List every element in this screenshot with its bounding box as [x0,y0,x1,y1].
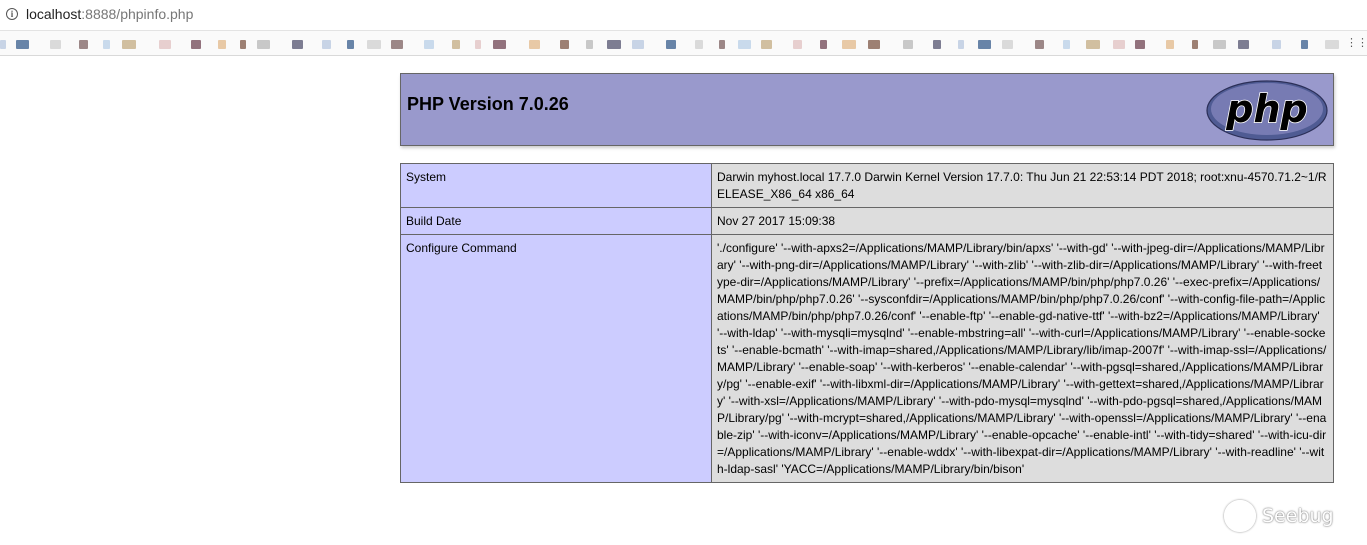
bookmark-favicon-icon[interactable] [560,40,569,49]
bookmark-favicon-icon[interactable] [868,40,880,49]
row-key: System [400,163,712,208]
page-title: PHP Version 7.0.26 [407,94,569,114]
bookmark-favicon-icon[interactable] [292,40,303,49]
bookmark-favicon-icon[interactable] [475,40,481,49]
bookmark-favicon-icon[interactable] [719,40,725,49]
bookmark-favicon-icon[interactable] [257,40,270,49]
bookmark-favicon-icon[interactable] [842,40,856,49]
bookmark-favicon-icon[interactable] [0,40,6,49]
bookmark-favicon-icon[interactable] [103,40,110,49]
bookmark-favicon-icon[interactable] [1325,40,1339,49]
bookmark-favicon-icon[interactable] [607,40,621,49]
bookmark-favicon-icon[interactable] [1238,40,1249,49]
url-host: localhost [26,6,82,22]
system-info-table: System Darwin myhost.local 17.7.0 Darwin … [400,163,1334,483]
bookmark-favicon-icon[interactable] [632,40,644,49]
seebug-logo-icon [1224,500,1256,532]
bookmark-favicon-icon[interactable] [1166,40,1174,49]
bookmark-favicon-icon[interactable] [322,40,331,49]
bookmark-favicon-icon[interactable] [933,40,941,49]
bookmark-favicon-icon[interactable] [978,40,991,49]
bookmarks-overflow-icon[interactable]: ⋮⋮ [1346,38,1367,50]
bookmark-favicon-icon[interactable] [191,40,201,49]
bookmark-favicon-icon[interactable] [122,40,136,49]
bookmark-favicon-icon[interactable] [1272,40,1281,49]
bookmark-favicon-icon[interactable] [529,40,540,49]
bookmark-favicon-icon[interactable] [1035,40,1044,49]
bookmark-favicon-icon[interactable] [1301,40,1308,49]
bookmark-favicon-icon[interactable] [218,40,226,49]
table-row: Build Date Nov 27 2017 15:09:38 [400,207,1334,235]
bookmark-favicon-icon[interactable] [958,40,964,49]
bookmark-favicon-icon[interactable] [586,40,593,49]
bookmark-favicon-icon[interactable] [1086,40,1100,49]
bookmark-favicon-icon[interactable] [50,40,61,49]
bookmark-favicon-icon[interactable] [738,40,751,49]
row-key: Configure Command [400,234,712,483]
bookmark-favicon-icon[interactable] [493,40,506,49]
php-version-header: PHP Version 7.0.26 php [400,73,1334,146]
bookmark-favicon-icon[interactable] [79,40,88,49]
bookmark-favicon-icon[interactable] [695,40,703,49]
bookmark-favicon-icon[interactable] [391,40,403,49]
table-row: System Darwin myhost.local 17.7.0 Darwin … [400,163,1334,208]
bookmark-favicon-icon[interactable] [1192,40,1198,49]
url-path: :8888/phpinfo.php [81,6,194,22]
url-field[interactable]: localhost:8888/phpinfo.php [26,6,193,22]
php-logo-icon: php [1206,80,1328,141]
bookmark-favicon-icon[interactable] [793,40,802,49]
bookmark-favicon-icon[interactable] [903,40,913,49]
address-bar[interactable]: i localhost:8888/phpinfo.php [0,0,1367,31]
row-key: Build Date [400,207,712,235]
watermark-text: Seebug [1262,505,1334,527]
php-logo-text: php [1225,87,1307,131]
bookmark-favicon-icon[interactable] [452,40,460,49]
bookmark-favicon-icon[interactable] [159,40,171,49]
row-value: Darwin myhost.local 17.7.0 Darwin Kernel… [711,163,1334,208]
bookmark-favicon-icon[interactable] [666,40,676,49]
bookmark-favicon-icon[interactable] [1213,40,1226,49]
bookmark-favicon-icon[interactable] [820,40,827,49]
table-row: Configure Command './configure' '--with-a… [400,234,1334,483]
bookmark-favicon-icon[interactable] [1135,40,1145,49]
bookmark-favicon-icon[interactable] [1113,40,1125,49]
bookmark-favicon-icon[interactable] [1063,40,1070,49]
info-icon[interactable]: i [6,8,18,20]
row-value: Nov 27 2017 15:09:38 [711,207,1334,235]
bookmark-favicon-icon[interactable] [16,40,29,49]
bookmark-favicon-icon[interactable] [424,40,434,49]
bookmark-favicon-icon[interactable] [1002,40,1013,49]
row-value: './configure' '--with-apxs2=/Application… [711,234,1334,483]
bookmark-favicon-icon[interactable] [367,40,381,49]
bookmarks-bar [0,31,1367,56]
bookmark-favicon-icon[interactable] [240,40,246,49]
bookmark-favicon-icon[interactable] [347,40,354,49]
bookmark-favicon-icon[interactable] [761,40,772,49]
